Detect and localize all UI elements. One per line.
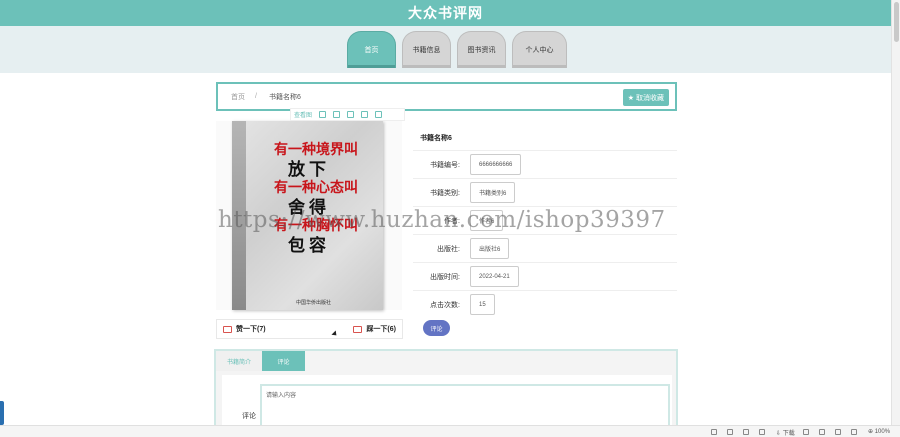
field-value: 2022-04-21 (470, 266, 519, 287)
side-tab[interactable] (0, 401, 4, 425)
field-row-date: 出版时间: 2022-04-21 (413, 262, 677, 290)
breadcrumb-home[interactable]: 首页 (231, 92, 245, 102)
field-value: 15 (470, 294, 495, 315)
settings-icon[interactable] (375, 111, 383, 118)
site-header: 大众书评网 (0, 0, 891, 26)
tab-comment[interactable]: 评论 (262, 351, 305, 371)
star-icon: ★ (627, 94, 634, 102)
book-name: 书籍名称6 (420, 135, 452, 142)
mail-icon[interactable] (743, 429, 749, 435)
field-label: 出版社: (437, 246, 460, 253)
vote-row: 赞一下(7) 踩一下(6) (216, 319, 403, 339)
image-toolbar: 查看图 (290, 108, 405, 121)
site-title: 大众书评网 (408, 5, 483, 21)
tab-intro[interactable]: 书籍简介 (216, 351, 262, 371)
window-icon[interactable] (803, 429, 809, 435)
field-value: 出版社6 (470, 238, 510, 259)
download-button[interactable]: ⇩ 下载 (776, 428, 795, 437)
like-button[interactable]: 赞一下(7) (223, 324, 266, 334)
field-label: 出版时间: (430, 274, 460, 281)
scrollbar-thumb[interactable] (894, 2, 899, 42)
thumbs-up-icon (223, 325, 232, 333)
download-label: 下载 (782, 431, 795, 437)
field-label: 点击次数: (430, 302, 460, 309)
shield-icon[interactable] (711, 429, 717, 435)
browser-statusbar: ⇩ 下载 ⊕ 100% (0, 425, 900, 437)
nav-tab-home[interactable]: 首页 (347, 31, 396, 68)
field-label: 书籍编号: (430, 162, 460, 169)
uncollect-label: 取消收藏 (636, 94, 664, 102)
breadcrumb-current: 书籍名称6 (268, 93, 301, 101)
field-row-publisher: 出版社: 出版社6 (413, 234, 677, 262)
page-scrollbar[interactable] (891, 0, 900, 425)
uncollect-button[interactable]: ★ 取消收藏 (622, 89, 669, 106)
grid-icon[interactable] (727, 429, 733, 435)
field-value: 书籍类别6 (470, 182, 516, 203)
cover-line-6: 包容 (288, 236, 330, 256)
breadcrumb-separator: / (255, 93, 257, 100)
image-icon[interactable] (347, 111, 355, 118)
field-row-clicks: 点击次数: 15 (413, 290, 677, 318)
pin-icon[interactable] (759, 429, 765, 435)
field-row-id: 书籍编号: 6666666666 (413, 150, 677, 178)
watermark-text: https://www.huzhan.com/ishop39397 (218, 207, 666, 233)
field-row-category: 书籍类别: 书籍类别6 (413, 178, 677, 206)
image-view-label[interactable]: 查看图 (294, 110, 312, 119)
dislike-button[interactable]: 踩一下(6) (353, 324, 396, 334)
copy-icon[interactable] (819, 429, 825, 435)
main-nav: 首页 书籍信息 图书资讯 个人中心 (347, 31, 567, 68)
comment-button[interactable]: 评论 (423, 320, 450, 336)
comment-label: 评论 (242, 413, 256, 420)
like-label: 赞一下(7) (236, 326, 266, 333)
breadcrumb: 首页 / 书籍名称6 ★ 取消收藏 (216, 82, 677, 111)
cover-publisher: 中国华侨出版社 (296, 300, 332, 306)
field-value: 6666666666 (470, 154, 522, 175)
layout-icon[interactable] (851, 429, 857, 435)
nav-tab-news[interactable]: 图书资讯 (457, 31, 506, 68)
sound-icon[interactable] (835, 429, 841, 435)
share-icon[interactable] (361, 111, 369, 118)
file-icon[interactable] (319, 111, 327, 118)
zoom-level[interactable]: ⊕ 100% (868, 428, 890, 435)
dislike-label: 踩一下(6) (366, 326, 396, 333)
content-tabs: 书籍简介 评论 评论 请输入内容 (214, 349, 678, 437)
expand-icon[interactable] (333, 111, 341, 118)
thumbs-down-icon (353, 325, 363, 333)
nav-tab-books[interactable]: 书籍信息 (402, 31, 451, 68)
nav-tab-profile[interactable]: 个人中心 (512, 31, 567, 68)
field-label: 书籍类别: (430, 190, 460, 197)
zoom-value: 100% (874, 429, 891, 435)
